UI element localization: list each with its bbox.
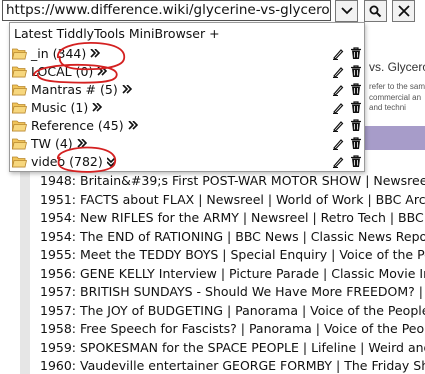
double-chevron-right-icon[interactable] <box>128 121 138 131</box>
background-article-text: and techni <box>369 103 406 112</box>
folder-icon <box>12 66 27 78</box>
background-article-title: vs. Glycero <box>369 60 425 74</box>
minibrowser-folder-row[interactable]: TW (4) <box>12 135 364 153</box>
folder-icon <box>12 84 27 96</box>
trash-icon[interactable] <box>350 83 362 96</box>
close-button[interactable] <box>392 0 415 22</box>
minibrowser-folder-row[interactable]: _in (344) <box>12 45 364 63</box>
folder-icon <box>12 120 27 132</box>
edit-icon[interactable] <box>332 120 344 132</box>
video-list-item[interactable]: 1958: Free Speech for Fascists? | Panora… <box>40 319 425 338</box>
folder-label[interactable]: _in (344) <box>31 45 86 63</box>
minibrowser-folder-row[interactable]: Mantras # (5) <box>12 81 364 99</box>
trash-icon[interactable] <box>350 101 362 114</box>
folder-label[interactable]: Music (1) <box>31 99 88 117</box>
minibrowser-popup: Latest TiddlyTools MiniBrowser + _in (34… <box>9 22 365 172</box>
edit-icon[interactable] <box>332 66 344 78</box>
folder-label[interactable]: Reference (45) <box>31 117 124 135</box>
magnifier-icon <box>369 5 382 17</box>
trash-icon[interactable] <box>350 65 362 78</box>
folder-label[interactable]: video (782) <box>31 153 103 171</box>
folder-label[interactable]: TW (4) <box>31 135 73 153</box>
trash-icon[interactable] <box>350 47 362 60</box>
trash-icon[interactable] <box>350 137 362 150</box>
minibrowser-folder-row[interactable]: video (782) <box>12 153 364 171</box>
trash-icon[interactable] <box>350 119 362 132</box>
video-list-item[interactable]: 1954: New RIFLES for the ARMY | Newsreel… <box>40 208 425 227</box>
double-chevron-right-icon[interactable] <box>97 67 107 77</box>
minibrowser-folder-row[interactable]: Music (1) <box>12 99 364 117</box>
video-list-item[interactable]: 1955: Meet the TEDDY BOYS | Special Enqu… <box>40 245 425 264</box>
video-list-item[interactable]: 1960: Vaudeville entertainer GEORGE FORM… <box>40 356 425 374</box>
video-list-item[interactable]: 1957: The JOY of BUDGETING | Panorama | … <box>40 301 425 320</box>
double-chevron-right-icon[interactable] <box>77 139 87 149</box>
screen: vs. Glycero refer to the sam commercial … <box>0 0 425 374</box>
background-article-text: refer to the sam <box>369 82 425 91</box>
edit-icon[interactable] <box>332 48 344 60</box>
folder-icon <box>12 138 27 150</box>
double-chevron-right-icon[interactable] <box>92 103 102 113</box>
minibrowser-folder-row[interactable]: LOCAL (0) <box>12 63 364 81</box>
video-list-item[interactable]: 1956: GENE KELLY Interview | Picture Par… <box>40 264 425 283</box>
folder-icon <box>12 102 27 114</box>
video-list-item[interactable]: 1948: Britain&#39;s First POST-WAR MOTOR… <box>40 171 425 190</box>
url-input[interactable]: https://www.difference.wiki/glycerine-vs… <box>2 0 331 21</box>
edit-icon[interactable] <box>332 84 344 96</box>
video-list-item[interactable]: 1959: SPOKESMAN for the SPACE PEOPLE | L… <box>40 338 425 357</box>
minibrowser-title[interactable]: Latest TiddlyTools MiniBrowser + <box>14 26 220 41</box>
folder-icon <box>12 48 27 60</box>
edit-icon[interactable] <box>332 156 344 168</box>
search-button[interactable] <box>364 0 387 22</box>
chevron-down-icon <box>340 7 353 15</box>
video-list-item[interactable]: 1954: The END of RATIONING | BBC News | … <box>40 227 425 246</box>
folder-label[interactable]: Mantras # (5) <box>31 81 118 99</box>
trash-icon[interactable] <box>350 155 362 168</box>
double-chevron-right-icon[interactable] <box>122 85 132 95</box>
close-icon <box>397 5 410 17</box>
double-chevron-down-icon[interactable] <box>107 157 117 167</box>
double-chevron-right-icon[interactable] <box>90 49 100 59</box>
url-dropdown-button[interactable] <box>335 0 358 22</box>
edit-icon[interactable] <box>332 102 344 114</box>
folder-icon <box>12 156 27 168</box>
minibrowser-folder-row[interactable]: Reference (45) <box>12 117 364 135</box>
video-list-item[interactable]: 1957: BRITISH SUNDAYS - Should We Have M… <box>40 282 425 301</box>
edit-icon[interactable] <box>332 138 344 150</box>
folder-label[interactable]: LOCAL (0) <box>31 63 93 81</box>
video-list-item[interactable]: 1951: FACTS about FLAX | Newsreel | Worl… <box>40 190 425 209</box>
background-article-text: commercial an <box>369 93 422 102</box>
